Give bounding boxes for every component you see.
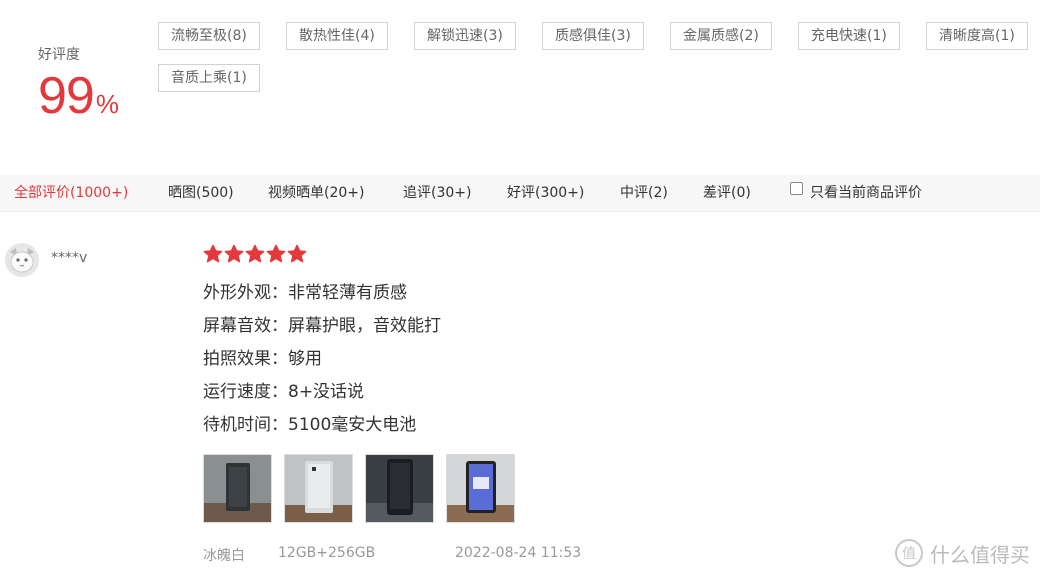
star-icon bbox=[266, 244, 286, 263]
review-photo-thumbnail[interactable] bbox=[284, 454, 353, 523]
filter-with-photos[interactable]: 晒图(500) bbox=[168, 175, 234, 212]
reviewer-name: ****v bbox=[51, 250, 88, 266]
review-tag[interactable]: 音质上乘(1) bbox=[158, 64, 260, 92]
filter-negative[interactable]: 差评(0) bbox=[703, 175, 751, 212]
review-tag[interactable]: 充电快速(1) bbox=[798, 22, 900, 50]
review-date: 2022-08-24 11:53 bbox=[455, 545, 582, 561]
review-line: 运行速度：8+没话说 bbox=[203, 382, 365, 402]
avatar bbox=[5, 243, 39, 277]
review-tag[interactable]: 解锁迅速(3) bbox=[414, 22, 516, 50]
review-tag[interactable]: 质感俱佳(3) bbox=[542, 22, 644, 50]
review-tag[interactable]: 流畅至极(8) bbox=[158, 22, 260, 50]
filter-positive[interactable]: 好评(300+) bbox=[507, 175, 584, 212]
rating-number: 99 bbox=[38, 67, 95, 125]
review-line: 屏幕音效：屏幕护眼，音效能打 bbox=[203, 316, 441, 336]
smzdm-logo-icon: 值 bbox=[895, 539, 923, 567]
star-icon bbox=[287, 244, 307, 263]
star-icon bbox=[245, 244, 265, 263]
star-icon bbox=[224, 244, 244, 263]
watermark-text: 什么值得买 bbox=[930, 542, 1030, 567]
review-tag[interactable]: 金属质感(2) bbox=[670, 22, 772, 50]
review-tag[interactable]: 清晰度高(1) bbox=[926, 22, 1028, 50]
review-line: 外形外观：非常轻薄有质感 bbox=[203, 283, 407, 303]
star-icon bbox=[203, 244, 223, 263]
rating-value: 99% bbox=[38, 70, 148, 122]
filter-all[interactable]: 全部评价(1000+) bbox=[14, 175, 128, 212]
watermark: 值 什么值得买 bbox=[894, 536, 1030, 570]
filter-video[interactable]: 视频晒单(20+) bbox=[268, 175, 364, 212]
review-line: 待机时间：5100毫安大电池 bbox=[203, 415, 417, 435]
review-line: 拍照效果：够用 bbox=[203, 349, 322, 369]
review-content: 外形外观：非常轻薄有质感 屏幕音效：屏幕护眼，音效能打 拍照效果：够用 运行速度… bbox=[203, 280, 441, 445]
rating-stars bbox=[203, 244, 308, 264]
svg-text:值: 值 bbox=[902, 546, 916, 562]
filter-neutral[interactable]: 中评(2) bbox=[620, 175, 668, 212]
filter-followup[interactable]: 追评(30+) bbox=[403, 175, 471, 212]
only-current-product-checkbox[interactable] bbox=[790, 182, 803, 195]
product-color: 冰魄白 bbox=[203, 548, 245, 564]
review-photo-thumbnail[interactable] bbox=[446, 454, 515, 523]
review-photo-thumbnail[interactable] bbox=[203, 454, 272, 523]
review-tag[interactable]: 散热性佳(4) bbox=[286, 22, 388, 50]
review-photo-thumbnail[interactable] bbox=[365, 454, 434, 523]
rating-label: 好评度 bbox=[38, 47, 80, 63]
avatar-icon bbox=[5, 243, 39, 277]
product-spec: 12GB+256GB bbox=[278, 545, 376, 561]
rating-summary: 好评度 99% bbox=[38, 44, 148, 122]
rating-percent-sign: % bbox=[95, 89, 119, 119]
only-current-product-label[interactable]: 只看当前商品评价 bbox=[810, 175, 922, 212]
